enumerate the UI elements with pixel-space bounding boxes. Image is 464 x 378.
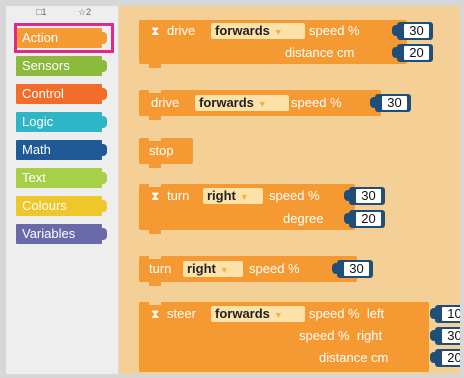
category-text[interactable]: Text (16, 168, 107, 188)
direction-dropdown[interactable]: right ▼ (203, 188, 263, 204)
dropdown-arrow-icon: ▼ (273, 310, 283, 320)
distance-input[interactable]: 20 (430, 349, 460, 367)
drive-distance-block[interactable]: ⧗ drive forwards ▼ speed % 30 distance cm… (139, 20, 433, 68)
dropdown-arrow-icon: ▼ (239, 192, 249, 202)
stop-block[interactable]: stop (139, 137, 193, 168)
star-icon: ☆ (78, 7, 87, 17)
category-variables[interactable]: Variables (16, 224, 107, 244)
hourglass-icon: ⧗ (151, 24, 160, 38)
dropdown-arrow-icon: ▼ (257, 99, 267, 109)
category-control[interactable]: Control (16, 84, 107, 104)
tab-1[interactable]: □1 (36, 7, 46, 17)
speed-input[interactable]: 30 (370, 94, 411, 112)
category-math[interactable]: Math (16, 140, 107, 160)
category-sensors[interactable]: Sensors (16, 56, 107, 76)
direction-dropdown[interactable]: forwards ▼ (211, 23, 305, 39)
speed-input[interactable]: 30 (392, 22, 433, 40)
hourglass-icon: ⧗ (151, 189, 160, 203)
category-colours[interactable]: Colours (16, 196, 107, 216)
degree-input[interactable]: 20 (344, 210, 385, 228)
direction-dropdown[interactable]: forwards ▼ (195, 95, 289, 111)
distance-input[interactable]: 20 (392, 44, 433, 62)
tab-2[interactable]: ☆2 (78, 7, 91, 18)
turn-block[interactable]: turn right ▼ speed % 30 (139, 255, 373, 286)
toolbox: □1 ☆2 Action Sensors Control Logic Math … (6, 6, 119, 374)
drive-block[interactable]: drive forwards ▼ speed % 30 (139, 89, 411, 120)
blockly-editor: □1 ☆2 Action Sensors Control Logic Math … (6, 6, 460, 374)
direction-dropdown[interactable]: right ▼ (183, 261, 243, 277)
steer-block[interactable]: ⧗ steer forwards ▼ speed % left 10 speed … (139, 301, 460, 372)
category-action[interactable]: Action (16, 28, 107, 48)
dropdown-arrow-icon: ▼ (273, 27, 283, 37)
block-flyout: ⧗ drive forwards ▼ speed % 30 distance cm… (119, 6, 460, 374)
left-speed-input[interactable]: 10 (430, 305, 460, 323)
speed-input[interactable]: 30 (344, 187, 385, 205)
direction-dropdown[interactable]: forwards ▼ (211, 306, 305, 322)
category-logic[interactable]: Logic (16, 112, 107, 132)
right-speed-input[interactable]: 30 (430, 327, 460, 345)
toolbox-tabs: □1 ☆2 (6, 6, 118, 20)
dropdown-arrow-icon: ▼ (219, 265, 229, 275)
hourglass-icon: ⧗ (151, 307, 160, 321)
turn-degree-block[interactable]: ⧗ turn right ▼ speed % 30 degree 20 (139, 183, 385, 234)
speed-input[interactable]: 30 (332, 260, 373, 278)
